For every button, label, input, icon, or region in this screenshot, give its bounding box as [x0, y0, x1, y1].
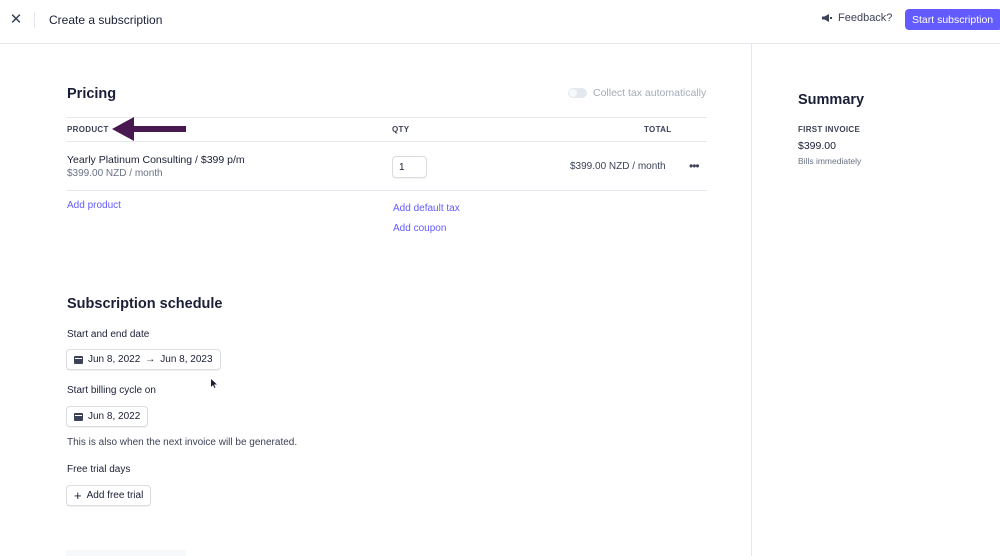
collect-tax-label: Collect tax automatically — [593, 87, 707, 99]
add-free-trial-button[interactable]: + Add free trial — [66, 485, 152, 506]
first-invoice-label: FIRST INVOICE — [798, 125, 861, 134]
date-range-label: Start and end date — [67, 329, 150, 340]
start-subscription-button[interactable]: Start subscription — [905, 9, 1000, 30]
close-icon[interactable]: ✕ — [8, 11, 24, 28]
arrow-right-icon: → — [145, 354, 156, 365]
calendar-icon — [74, 412, 83, 421]
main-panel: Pricing Collect tax automatically PRODUC… — [0, 44, 752, 556]
billing-helper-text: This is also when the next invoice will … — [67, 437, 298, 448]
column-header-total: TOTAL — [644, 125, 672, 134]
column-header-qty: QTY — [392, 125, 410, 134]
top-bar: ✕ Create a subscription Feedback? Start … — [0, 0, 1000, 44]
feedback-label: Feedback? — [838, 12, 893, 24]
start-date: Jun 8, 2022 — [88, 354, 141, 365]
row-total: $399.00 NZD / month — [570, 161, 666, 172]
megaphone-icon — [822, 14, 832, 22]
divider — [34, 12, 35, 28]
add-free-trial-label: Add free trial — [86, 490, 144, 501]
plus-icon: + — [74, 487, 82, 503]
feedback-button[interactable]: Feedback? — [821, 12, 892, 24]
quantity-input[interactable] — [392, 156, 427, 178]
add-product-link[interactable]: Add product — [67, 200, 121, 211]
add-coupon-link[interactable]: Add coupon — [393, 223, 446, 234]
billing-date: Jun 8, 2022 — [88, 411, 141, 422]
next-section-heading — [66, 550, 186, 556]
billing-cycle-label: Start billing cycle on — [67, 385, 156, 396]
end-date: Jun 8, 2023 — [160, 354, 213, 365]
summary-panel: Summary FIRST INVOICE $399.00 Bills imme… — [753, 44, 1000, 556]
product-name: Yearly Platinum Consulting / $399 p/m — [67, 154, 245, 166]
free-trial-label: Free trial days — [67, 464, 131, 475]
date-range-button[interactable]: Jun 8, 2022 → Jun 8, 2023 — [66, 349, 221, 370]
divider — [67, 190, 707, 191]
annotation-arrow-icon — [112, 117, 186, 141]
column-header-product: PRODUCT — [67, 125, 109, 134]
pricing-title: Pricing — [67, 86, 117, 102]
add-default-tax-link[interactable]: Add default tax — [393, 203, 460, 214]
collect-tax-toggle[interactable]: Collect tax automatically — [568, 87, 706, 99]
billing-date-button[interactable]: Jun 8, 2022 — [66, 406, 149, 427]
more-options-icon[interactable]: ••• — [689, 159, 700, 173]
schedule-title: Subscription schedule — [67, 296, 223, 312]
product-price: $399.00 NZD / month — [67, 168, 163, 179]
toggle-switch[interactable] — [568, 88, 587, 98]
summary-title: Summary — [798, 92, 865, 108]
first-invoice-amount: $399.00 — [798, 140, 836, 152]
mouse-cursor-icon — [211, 379, 217, 388]
billing-note: Bills immediately — [798, 156, 862, 166]
calendar-icon — [74, 355, 83, 364]
page-title: Create a subscription — [49, 13, 163, 27]
